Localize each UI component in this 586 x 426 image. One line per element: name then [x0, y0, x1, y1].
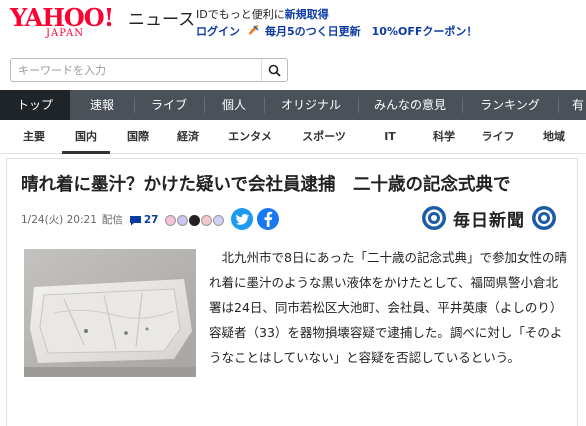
main-nav-item-live[interactable]: ライブ	[134, 90, 204, 120]
promo-line1-prefix: IDでもっと便利に	[196, 8, 285, 21]
site-header: YAHOO! JAPAN ニュース IDでもっと便利に新規取得 ログイン 毎月5…	[0, 0, 586, 44]
main-nav: トップ 速報 ライブ 個人 オリジナル みんなの意見 ランキング 有	[0, 90, 586, 120]
category-tab-sports[interactable]: スポーツ	[290, 120, 358, 154]
signup-link[interactable]: 新規取得	[285, 8, 329, 21]
flame-icon	[244, 25, 266, 38]
article-source-label: 配信	[101, 214, 123, 226]
article-card: 晴れ着に墨汁？かけた疑いで会社員逮捕 二十歳の記念式典で 1/24(火) 20:…	[6, 158, 578, 426]
mainichi-logo-icon	[532, 206, 556, 230]
main-nav-item-original[interactable]: オリジナル	[264, 90, 358, 120]
promo-area: IDでもっと便利に新規取得 ログイン 毎月5のつく日更新 10%OFFクーポン！	[196, 6, 477, 40]
article-title: 晴れ着に墨汁？かけた疑いで会社員逮捕 二十歳の記念式典で	[21, 175, 511, 195]
logo-main-text: YAHOO!	[10, 3, 114, 32]
facebook-share-button[interactable]	[257, 208, 279, 230]
main-nav-item-ranking[interactable]: ランキング	[462, 90, 558, 120]
main-nav-item-top[interactable]: トップ	[0, 90, 70, 120]
yahoo-japan-logo[interactable]: YAHOO! JAPAN	[10, 6, 128, 40]
category-tab-main[interactable]: 主要	[10, 120, 58, 154]
category-tab-international[interactable]: 国際	[114, 120, 162, 154]
twitter-icon	[235, 213, 249, 225]
main-nav-item-breaking[interactable]: 速報	[70, 90, 134, 120]
article-meta: 1/24(火) 20:21 配信 27	[21, 210, 225, 230]
twitter-share-button[interactable]	[231, 208, 253, 230]
main-nav-item-individual[interactable]: 個人	[204, 90, 264, 120]
category-tab-region[interactable]: 地域	[528, 120, 580, 154]
comment-icon	[129, 215, 141, 225]
category-nav: 主要 国内 国際 経済 エンタメ スポーツ IT 科学 ライフ 地域	[0, 120, 586, 154]
logo-sub-text: JAPAN	[46, 28, 85, 39]
category-tab-domestic[interactable]: 国内	[62, 120, 110, 154]
category-tab-it[interactable]: IT	[372, 120, 408, 154]
comment-count: 27	[143, 214, 159, 226]
reaction-icon	[200, 214, 212, 226]
search-icon	[268, 64, 281, 77]
coupon-link[interactable]: 毎月5のつく日更新 10%OFFクーポン！	[265, 25, 477, 38]
facebook-icon	[264, 211, 273, 227]
photo-image	[24, 249, 196, 377]
article-photo[interactable]	[24, 249, 196, 377]
reaction-icon	[212, 214, 224, 226]
reaction-icon	[188, 214, 200, 226]
category-tab-economy[interactable]: 経済	[164, 120, 212, 154]
main-nav-item-opinions[interactable]: みんなの意見	[358, 90, 462, 120]
category-tab-science[interactable]: 科学	[420, 120, 468, 154]
article-date: 1/24(火) 20:21	[21, 214, 97, 226]
reaction-icon	[164, 214, 176, 226]
reaction-icon	[176, 214, 188, 226]
main-nav-item-paid[interactable]: 有	[558, 90, 586, 120]
source-name: 毎日新聞	[453, 210, 525, 231]
search-input[interactable]	[11, 59, 259, 81]
reaction-icons[interactable]	[164, 214, 225, 226]
article-body: 北九州市で8日にあった「二十歳の記念式典」で参加女性の晴れ着に墨汁のような黒い液…	[209, 250, 567, 365]
search-box	[10, 58, 288, 82]
mainichi-logo-icon	[422, 206, 446, 230]
category-tab-life[interactable]: ライフ	[472, 120, 524, 154]
news-source[interactable]: 毎日新聞	[421, 203, 557, 233]
service-name[interactable]: ニュース	[128, 10, 195, 30]
login-link[interactable]: ログイン	[196, 25, 240, 38]
comment-link[interactable]: 27	[129, 210, 159, 230]
category-tab-entertainment[interactable]: エンタメ	[216, 120, 284, 154]
search-button[interactable]	[261, 59, 287, 81]
